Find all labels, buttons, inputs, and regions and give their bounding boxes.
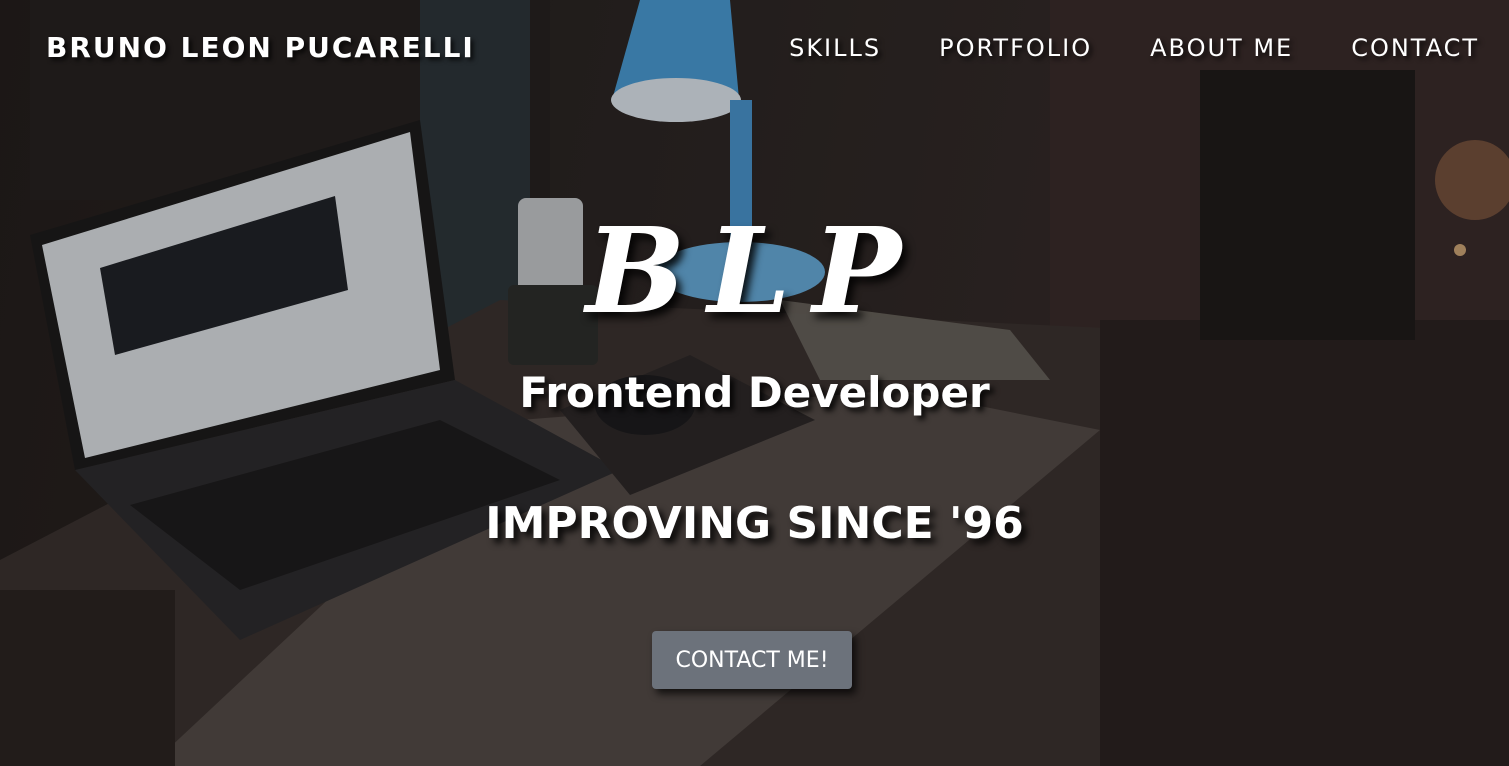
brand-name[interactable]: BRUNO LEON PUCARELLI [46, 31, 475, 64]
nav-link-contact[interactable]: CONTACT [1351, 34, 1479, 62]
hero-section: BRUNO LEON PUCARELLI SKILLS PORTFOLIO AB… [0, 0, 1509, 766]
hero-monogram: BLP [585, 201, 924, 340]
contact-me-button[interactable]: CONTACT ME! [652, 631, 852, 689]
nav-link-skills[interactable]: SKILLS [789, 34, 881, 62]
nav-link-about-me[interactable]: ABOUT ME [1150, 34, 1293, 62]
nav-link-portfolio[interactable]: PORTFOLIO [939, 34, 1092, 62]
nav-links: SKILLS PORTFOLIO ABOUT ME CONTACT [731, 34, 1479, 62]
top-navbar: BRUNO LEON PUCARELLI SKILLS PORTFOLIO AB… [0, 0, 1509, 100]
hero-role: Frontend Developer [519, 368, 990, 417]
hero-tagline: IMPROVING SINCE '96 [485, 498, 1024, 549]
